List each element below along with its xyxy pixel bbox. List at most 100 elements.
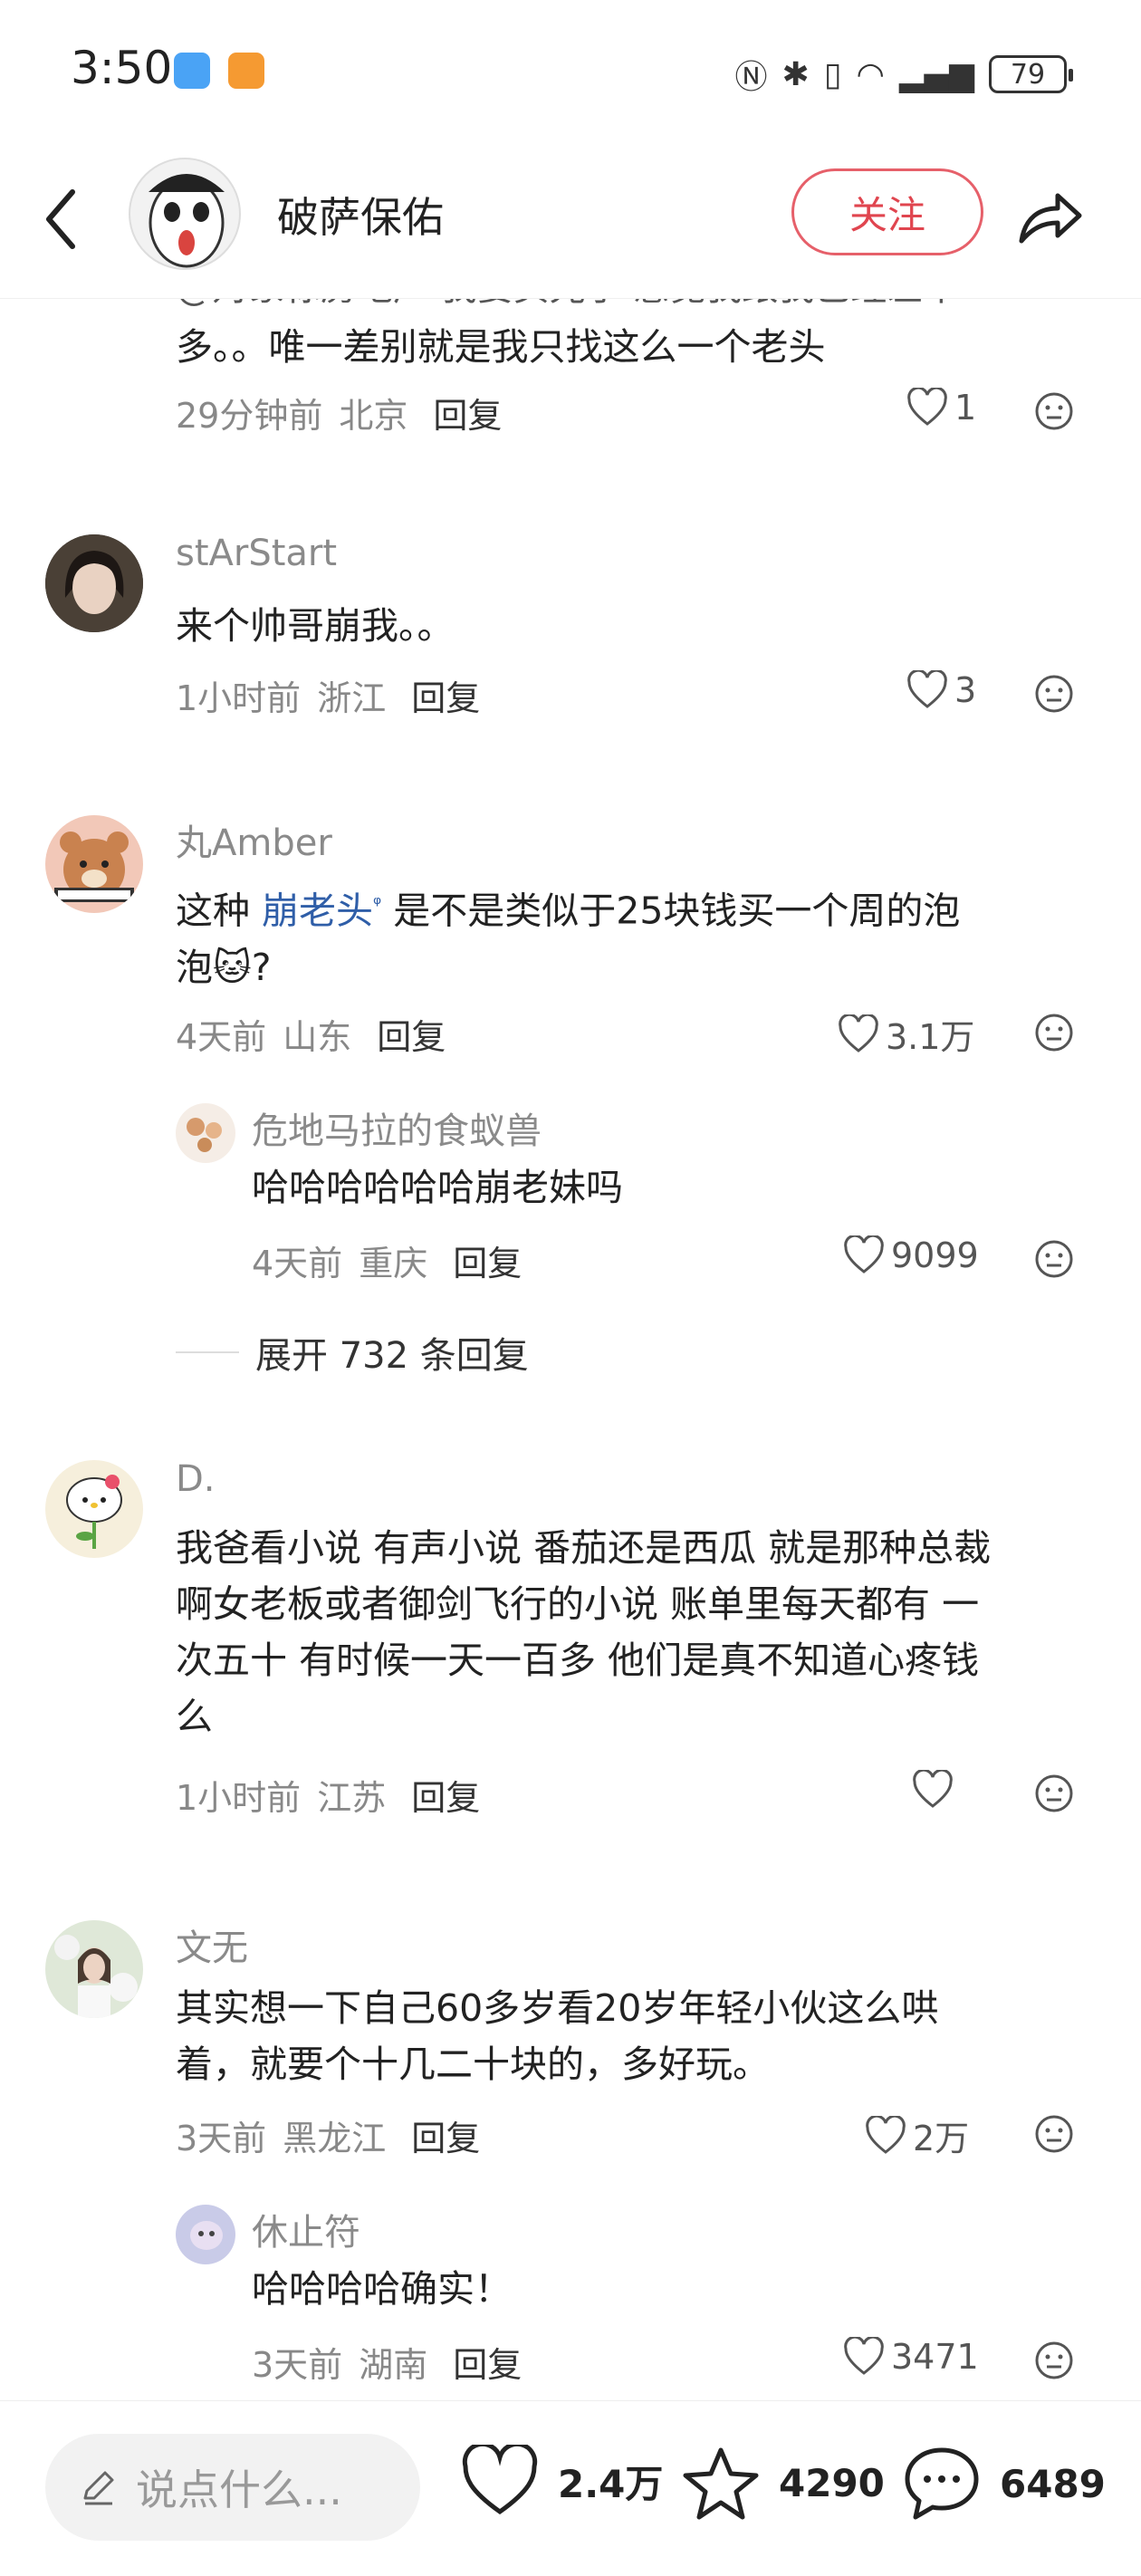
reply-button[interactable]: 回复: [453, 1235, 522, 1285]
reply-text: 哈哈哈哈哈哈崩老妹吗: [252, 1166, 623, 1209]
comment-meta: 3天前 黑龙江 回复: [176, 2110, 480, 2160]
heart-icon: [844, 1235, 884, 1274]
comment-body: 这种 崩老头ᵠ 是不是类似于25块钱买一个周的泡 泡🐱?: [176, 877, 960, 995]
expand-replies-label: 展开 732 条回复: [255, 1335, 529, 1377]
heart-icon: [907, 670, 947, 708]
comment-meta: 29分钟前 北京 回复: [176, 388, 502, 437]
star-icon: [683, 2447, 759, 2520]
comment-list[interactable]: @对象标房地产 我要买光了 感觉我跟我已经差不 多。。唯一差别就是我只找这么一个…: [0, 272, 1141, 2400]
like-button[interactable]: 3471: [842, 2337, 979, 2377]
comment-input[interactable]: 说点什么...: [45, 2434, 420, 2541]
like-button[interactable]: 9099: [842, 1235, 979, 1275]
like-count: 2万: [913, 2119, 970, 2158]
emoji-reaction-icon[interactable]: [1034, 391, 1074, 431]
like-count: 3.1万: [886, 1017, 975, 1057]
comments-button[interactable]: 6489: [902, 2445, 1106, 2523]
divider: [176, 1351, 239, 1353]
like-button[interactable]: 3.1万: [837, 1009, 974, 1059]
reply-button[interactable]: 回复: [411, 1770, 480, 1820]
comment-text-line: 泡🐱?: [176, 945, 272, 989]
emoji-reaction-icon[interactable]: [1034, 1239, 1074, 1279]
comment-username[interactable]: 文无: [176, 1918, 248, 1971]
bottom-action-bar: 说点什么... 2.4万 4290 6489: [0, 2400, 1141, 2576]
comment-location: 北京: [339, 396, 408, 436]
share-icon[interactable]: [1012, 181, 1085, 254]
reply-button[interactable]: 回复: [411, 2110, 480, 2160]
favorite-button[interactable]: 4290: [681, 2445, 885, 2521]
comment-meta: 1小时前 江苏 回复: [176, 1770, 480, 1820]
comment-text-before: 这种: [176, 889, 250, 933]
like-button[interactable]: 3: [906, 670, 976, 710]
like-button[interactable]: 1: [906, 388, 976, 428]
comment-username[interactable]: 丸Amber: [176, 813, 332, 866]
qq-notification-icon: [174, 53, 210, 89]
heart-icon: [839, 1014, 878, 1053]
comment-location: 山东: [283, 1017, 352, 1057]
comment-text-line: 我爸看小说 有声小说 番茄还是西瓜 就是那种总裁: [176, 1526, 992, 1570]
like-post-button[interactable]: 2.4万: [460, 2445, 663, 2517]
status-bar: 3:50 Ⓝ ✱ ▯ ◠ ▂▄▆ 79: [0, 0, 1141, 145]
comment-text-line: 着，就要个十几二十块的，多好玩。: [176, 2043, 770, 2086]
battery-level: 79: [1010, 58, 1046, 91]
reply-button[interactable]: 回复: [453, 2337, 522, 2387]
bluetooth-icon: ✱: [781, 55, 810, 93]
comment-username[interactable]: stArStart: [176, 533, 337, 574]
avatar[interactable]: [176, 2205, 235, 2264]
comment-meta: 4天前 山东 回复: [176, 1009, 446, 1059]
comment-time: 4天前: [176, 1017, 267, 1057]
avatar[interactable]: [176, 1103, 235, 1163]
reply-button[interactable]: 回复: [433, 388, 502, 437]
emoji-reaction-icon[interactable]: [1034, 2341, 1074, 2380]
reply-username[interactable]: 休止符: [252, 2203, 360, 2255]
comment-text-after: 是不是类似于25块钱买一个周的泡: [393, 889, 961, 933]
comment-text-line: 啊女老板或者御剑飞行的小说 账单里每天都有 一: [176, 1582, 980, 1626]
heart-icon: [844, 2337, 884, 2375]
reply-text: 哈哈哈哈确实！: [252, 2267, 512, 2311]
comment-username[interactable]: D.: [176, 1458, 216, 1500]
like-button[interactable]: [911, 1770, 960, 1810]
reply-username[interactable]: 危地马拉的食蚁兽: [252, 1101, 542, 1154]
comment-text: 来个帅哥崩我。。: [176, 604, 455, 648]
heart-icon: [907, 388, 947, 426]
expand-replies-button[interactable]: 展开 732 条回复: [176, 1326, 529, 1379]
comment-meta: 1小时前 浙江 回复: [176, 670, 480, 720]
author-name[interactable]: 破萨保佑: [277, 185, 444, 245]
topic-link[interactable]: 崩老头: [262, 889, 373, 933]
follow-button[interactable]: 关注: [791, 168, 983, 255]
like-count: 3471: [891, 2337, 979, 2377]
emoji-reaction-icon[interactable]: [1034, 674, 1074, 714]
emoji-reaction-icon[interactable]: [1034, 1013, 1074, 1053]
status-time: 3:50: [71, 42, 173, 94]
back-icon[interactable]: [36, 179, 91, 261]
comment-time: 1小时前: [176, 1778, 302, 1818]
comment-text-line: 这种 崩老头ᵠ 是不是类似于25块钱买一个周的泡: [176, 877, 960, 939]
avatar[interactable]: [45, 534, 143, 632]
comment-text-line: 次五十 有时候一天一百多 他们是真不知道心疼钱: [176, 1639, 980, 1682]
signal-icon: ▂▄▆: [898, 55, 974, 93]
reply-time: 4天前: [252, 1244, 343, 1283]
author-avatar[interactable]: [129, 158, 241, 270]
status-icons: Ⓝ ✱ ▯ ◠ ▂▄▆ 79: [735, 51, 1073, 98]
comment-text-line: 其实想一下自己60多岁看20岁年轻小伙这么哄: [176, 1986, 939, 2030]
app-notification-icon: [228, 53, 264, 89]
comment-time: 3天前: [176, 2119, 267, 2158]
pencil-icon: [83, 2471, 114, 2505]
emoji-reaction-icon[interactable]: [1034, 1773, 1074, 1813]
heart-icon: [866, 2115, 906, 2154]
like-button[interactable]: 2万: [864, 2110, 969, 2160]
avatar[interactable]: [45, 1460, 143, 1558]
comment-bubble-icon: [905, 2447, 979, 2520]
like-count: 3: [954, 670, 977, 710]
reply-button[interactable]: 回复: [411, 670, 480, 720]
battery-icon: 79: [989, 55, 1073, 93]
emoji-reaction-icon[interactable]: [1034, 2114, 1074, 2154]
avatar[interactable]: [45, 1920, 143, 2018]
avatar[interactable]: [45, 815, 143, 913]
reply-button[interactable]: 回复: [377, 1009, 446, 1059]
post-header: 破萨保佑 关注: [0, 145, 1141, 299]
search-icon[interactable]: ᵠ: [373, 893, 381, 916]
reply-meta: 4天前 重庆 回复: [252, 1235, 522, 1285]
wifi-icon: ◠: [856, 55, 885, 93]
comment-time: 1小时前: [176, 678, 302, 718]
post-like-count: 2.4万: [558, 2461, 664, 2506]
